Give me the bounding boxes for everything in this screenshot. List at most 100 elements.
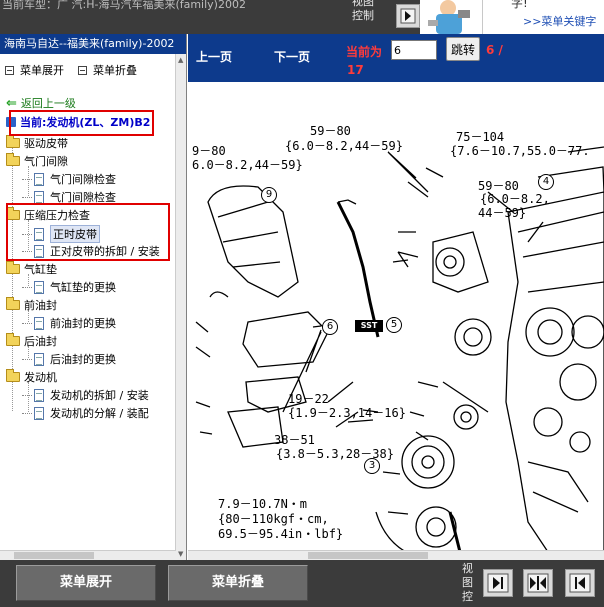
- document-icon: [34, 244, 44, 258]
- vehicle-model-title: 当前车型：广 汽:H-海马汽车福美来(family)2002: [2, 0, 246, 11]
- expand-box-icon: [5, 65, 14, 75]
- collapse-menu-label: 菜单折叠: [93, 64, 137, 77]
- tree-folder-rear-seal[interactable]: 后油封: [6, 333, 57, 349]
- tree-folder-drive-belt[interactable]: 驱动皮带: [6, 135, 68, 151]
- scroll-thumb[interactable]: [308, 552, 428, 559]
- back-arrow-icon: ⇐: [6, 95, 17, 111]
- torque-label: {1.9－2.3,14－16}: [288, 406, 406, 420]
- tree-doc-rear-seal-replace[interactable]: 后油封的更换: [22, 351, 116, 367]
- left-horizontal-scrollbar[interactable]: [0, 550, 176, 560]
- menu-keyword-link[interactable]: >>菜单关键字: [523, 13, 596, 29]
- page-number-input[interactable]: [391, 40, 437, 60]
- tree-label: 发动机: [24, 371, 57, 384]
- callout-6: 6: [322, 319, 338, 335]
- folder-icon: [6, 261, 20, 274]
- page-total-count: 17: [347, 63, 364, 77]
- folder-icon: [6, 333, 20, 346]
- tree-folder-compression-check[interactable]: 压缩压力检查: [6, 207, 90, 223]
- tree-doc-engine-removal[interactable]: 发动机的拆卸 / 安装: [22, 387, 149, 403]
- tree-label: 后油封: [24, 335, 57, 348]
- tree-doc-valve-check-1[interactable]: 气门间隙检查: [22, 171, 116, 187]
- torque-label: {7.6－10.7,55.0－77.: [450, 144, 590, 158]
- play-arrow-button[interactable]: [396, 4, 420, 28]
- callout-4: 4: [538, 174, 554, 190]
- view-left-button[interactable]: [565, 569, 595, 597]
- view-right-button[interactable]: [483, 569, 513, 597]
- scroll-up-icon[interactable]: ▲: [178, 56, 183, 64]
- tree-label: 气门间隙检查: [50, 191, 116, 204]
- tree-doc-front-seal-replace[interactable]: 前油封的更换: [22, 315, 116, 331]
- expand-menu-control[interactable]: 菜单展开: [5, 62, 64, 78]
- tree-doc-head-gasket-replace[interactable]: 气缸垫的更换: [22, 279, 116, 295]
- tree-folder-valve-clearance[interactable]: 气门间隙: [6, 153, 68, 169]
- view-control-label: 视图控: [462, 562, 473, 603]
- view-control-label: 视图控制: [352, 0, 374, 22]
- callout-3: 3: [364, 458, 380, 474]
- tree-label: 前油封的更换: [50, 317, 116, 330]
- top-strip: 当前车型：广 汽:H-海马汽车福美来(family)2002 视图控制 字! >…: [0, 0, 604, 34]
- split-arrows-icon: [527, 573, 549, 593]
- bottom-bar: 菜单展开 菜单折叠 视图控: [0, 560, 604, 607]
- scroll-thumb[interactable]: [14, 552, 94, 559]
- engine-diagram-viewer[interactable]: 59－80 {6.0－8.2,44－59} 9－80 6.0－8.2,44－59…: [188, 82, 604, 560]
- folder-icon: [6, 207, 20, 220]
- next-page-link[interactable]: 下一页: [274, 48, 310, 65]
- tree-label: 驱动皮带: [24, 137, 68, 150]
- jump-button[interactable]: 跳转: [446, 37, 480, 61]
- callout-9: 9: [261, 187, 277, 203]
- tree-label: 气缸垫: [24, 263, 57, 276]
- folder-icon: [6, 297, 20, 310]
- view-split-button[interactable]: [523, 569, 553, 597]
- collapse-menu-control[interactable]: 菜单折叠: [78, 62, 137, 78]
- expand-menu-label: 菜单展开: [20, 64, 64, 77]
- diagram-horizontal-scrollbar[interactable]: [188, 550, 604, 560]
- tree-folder-front-seal[interactable]: 前油封: [6, 297, 57, 313]
- tree-label: 气门间隙检查: [50, 173, 116, 186]
- scroll-down-icon[interactable]: ▼: [178, 550, 183, 558]
- book-icon: [6, 117, 16, 127]
- left-panel-title: 海南马自达--福美来(family)-2002: [0, 34, 186, 54]
- mascot-image: [420, 0, 482, 34]
- arrow-right-bar-icon: [487, 573, 509, 593]
- tree-doc-timing-belt[interactable]: 正时皮带: [22, 225, 100, 243]
- document-icon: [34, 352, 44, 366]
- tree-folder-engine[interactable]: 发动机: [6, 369, 57, 385]
- tree-label: 压缩压力检查: [24, 209, 90, 222]
- torque-label: {6.0－8.2,44－59}: [285, 139, 403, 153]
- tree-folder-head-gasket[interactable]: 气缸垫: [6, 261, 57, 277]
- document-icon: [34, 406, 44, 420]
- keyword-panel-char: 字!: [511, 0, 528, 10]
- back-up-link[interactable]: ⇐ 返回上一级: [6, 95, 76, 111]
- document-icon: [34, 227, 44, 241]
- folder-icon: [6, 135, 20, 148]
- tree-label: 气缸垫的更换: [50, 281, 116, 294]
- tree-label: 发动机的分解 / 装配: [50, 407, 149, 420]
- keyword-panel: 字! >>菜单关键字: [482, 0, 604, 34]
- arrow-left-bar-icon: [569, 573, 591, 593]
- page-total: 6 /: [486, 43, 503, 57]
- document-icon: [34, 316, 44, 330]
- current-page-label: 当前为: [346, 45, 383, 59]
- tree-doc-engine-disassembly[interactable]: 发动机的分解 / 装配: [22, 405, 149, 421]
- sst-tag: SST: [355, 320, 383, 332]
- left-menu-panel: 海南马自达--福美来(family)-2002 菜单展开 菜单折叠 ⇐ 返回上一…: [0, 34, 187, 560]
- tree-label: 正对皮带的拆卸 / 安装: [50, 245, 160, 258]
- current-section-label: 当前:发动机(ZL、ZM)B2: [20, 116, 151, 129]
- folder-icon: [6, 153, 20, 166]
- folder-icon: [6, 369, 20, 382]
- tree-doc-timing-belt-removal[interactable]: 正对皮带的拆卸 / 安装: [22, 243, 160, 259]
- document-icon: [34, 388, 44, 402]
- torque-label: 44－59}: [478, 206, 527, 220]
- tree-doc-valve-check-2[interactable]: 气门间隙检查: [22, 189, 116, 205]
- prev-page-link[interactable]: 上一页: [196, 48, 232, 65]
- expand-menu-button[interactable]: 菜单展开: [16, 565, 156, 601]
- collapse-menu-button[interactable]: 菜单折叠: [168, 565, 308, 601]
- torque-label: 6.0－8.2,44－59}: [192, 158, 303, 172]
- play-arrow-icon: [400, 8, 416, 24]
- back-up-label: 返回上一级: [20, 97, 76, 110]
- tree-label: 后油封的更换: [50, 353, 116, 366]
- left-vertical-scrollbar[interactable]: ▲ ▼: [175, 54, 186, 560]
- tree-label: 发动机的拆卸 / 安装: [50, 389, 149, 402]
- tree-label: 前油封: [24, 299, 57, 312]
- page-toolbar: 上一页 下一页 当前为 跳转 6 / 17: [188, 34, 604, 82]
